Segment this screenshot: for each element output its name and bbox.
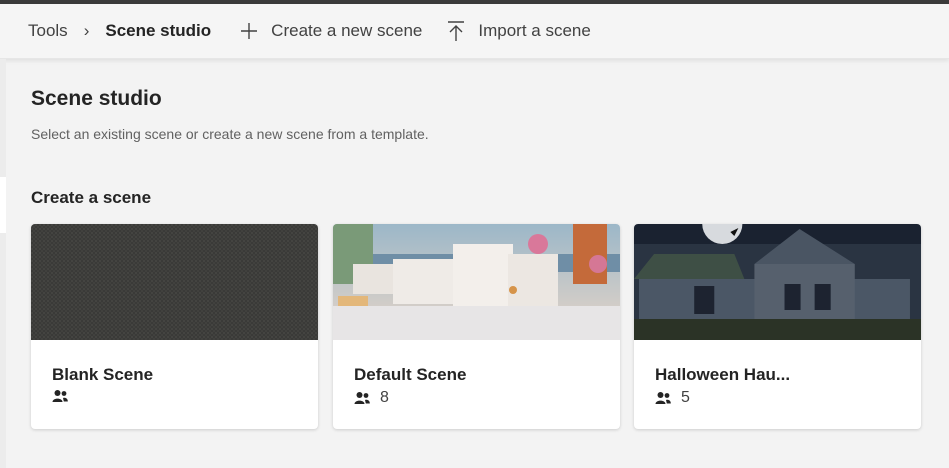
left-rail (0, 59, 6, 468)
breadcrumb-current: Scene studio (105, 21, 212, 40)
upload-icon (448, 21, 465, 41)
scene-card-name: Default Scene (354, 365, 467, 384)
breadcrumb-separator: › (83, 21, 90, 40)
create-scene-label: Create a new scene (271, 21, 423, 40)
scene-card-halloween[interactable]: Halloween Hau... 5 (634, 224, 921, 429)
scene-card-name: Halloween Hau... (655, 365, 791, 384)
scene-card-default[interactable]: Default Scene 8 (333, 224, 620, 429)
page-title: Scene studio (31, 87, 162, 110)
participant-count: 5 (681, 389, 690, 406)
people-icon (655, 392, 671, 404)
people-icon (52, 390, 68, 402)
blank-scene-thumbnail (31, 224, 318, 340)
halloween-scene-thumbnail (634, 224, 921, 340)
left-rail-marker (0, 177, 6, 233)
scene-card-meta (52, 389, 78, 403)
participant-count: 8 (380, 389, 389, 406)
people-icon (354, 392, 370, 404)
section-title: Create a scene (31, 188, 152, 207)
default-scene-thumbnail (333, 224, 620, 340)
scene-card-blank[interactable]: Blank Scene (31, 224, 318, 429)
import-scene-button[interactable]: Import a scene (446, 20, 591, 42)
import-scene-label: Import a scene (478, 21, 591, 40)
plus-icon (241, 23, 258, 39)
scene-card-meta: 5 (655, 389, 690, 407)
command-bar: Tools › Scene studio Create a new scene … (0, 4, 949, 59)
scene-card-meta: 8 (354, 389, 389, 407)
create-scene-button[interactable]: Create a new scene (239, 21, 422, 41)
breadcrumb-tools[interactable]: Tools (28, 21, 68, 41)
scene-card-name: Blank Scene (52, 365, 154, 384)
page-subtitle: Select an existing scene or create a new… (31, 126, 429, 142)
